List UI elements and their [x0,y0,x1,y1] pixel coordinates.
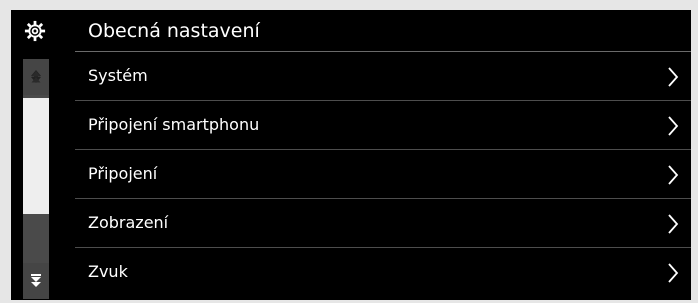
list-item-smartphone-connection[interactable]: Připojení smartphonu [75,101,691,150]
list-item-label: Zvuk [88,262,128,281]
chevron-right-icon [668,67,679,87]
scroll-up-icon [31,70,41,83]
list-item-label: Připojení smartphonu [88,115,260,134]
settings-screen: Obecná nastavení Systém Připojení smartp… [11,10,691,300]
gear-icon [24,20,46,42]
list-item-sound[interactable]: Zvuk [75,248,691,297]
page-title: Obecná nastavení [88,20,260,42]
header: Obecná nastavení [11,10,691,52]
chevron-right-icon [668,116,679,136]
list-item-display[interactable]: Zobrazení [75,199,691,248]
list-item-label: Připojení [88,164,158,183]
list-item-connection[interactable]: Připojení [75,150,691,199]
chevron-right-icon [668,214,679,234]
list-item-system[interactable]: Systém [75,52,691,101]
scroll-up-button[interactable] [23,59,49,95]
scroll-down-icon [31,274,41,287]
scroll-thumb[interactable] [23,98,49,214]
settings-list: Systém Připojení smartphonu Připojení Zo… [75,52,691,297]
scroll-down-button[interactable] [23,263,49,299]
chevron-right-icon [668,165,679,185]
list-item-label: Zobrazení [88,213,169,232]
list-item-label: Systém [88,66,148,85]
chevron-right-icon [668,263,679,283]
scrollbar[interactable] [23,59,49,299]
